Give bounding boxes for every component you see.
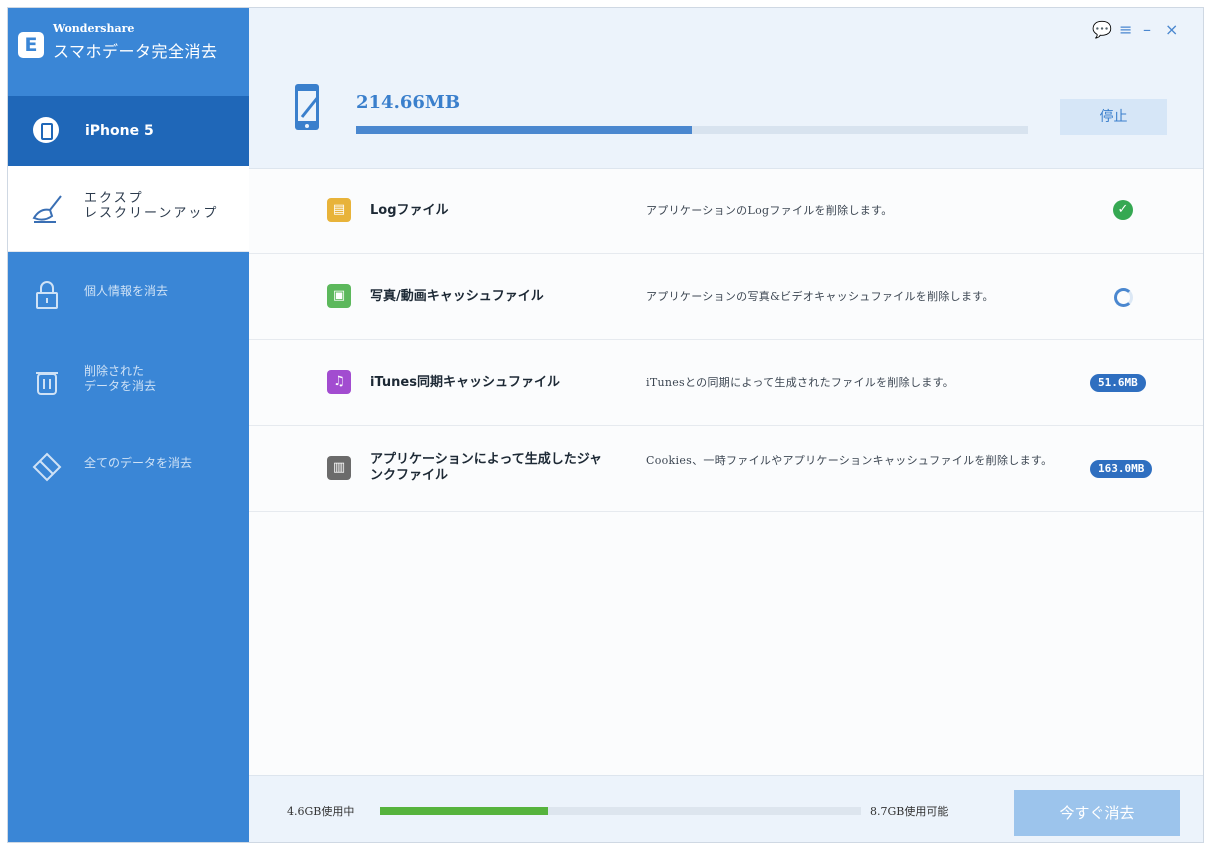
file-name: 写真/動画キャッシュファイル xyxy=(370,289,544,304)
lock-icon xyxy=(36,281,58,309)
file-description: Cookies、一時ファイルやアプリケーションキャッシュファイルを削除します。 xyxy=(646,454,1053,467)
sidebar-item-erase-private-data[interactable]: 個人情報を消去 xyxy=(8,252,249,337)
menu-icon[interactable]: ≡ xyxy=(1119,20,1132,39)
brand-title: スマホデータ完全消去 xyxy=(53,42,218,61)
storage-fill xyxy=(380,807,549,815)
brand-company: Wondershare xyxy=(53,22,135,35)
scan-header: 💬 ≡ – × 214.66MB 停止 xyxy=(249,8,1203,169)
minimize-icon[interactable]: – xyxy=(1143,20,1151,39)
app-window: E Wondershare スマホデータ完全消去 iPhone 5 エクスプ レ… xyxy=(7,7,1204,843)
sidebar-item-label: 個人情報を消去 xyxy=(84,284,169,298)
size-badge: 51.6MB xyxy=(1090,374,1146,392)
scan-progress-fill xyxy=(356,126,692,134)
file-description: iTunesとの同期によって生成されたファイルを削除します。 xyxy=(646,376,955,389)
file-row: ▥ アプリケーションによって生成したジャンクファイル Cookies、一時ファイルや… xyxy=(249,426,1203,512)
storage-footer: 4.6GB使用中 8.7GB使用可能 今すぐ消去 xyxy=(249,775,1203,842)
photo-icon: ▣ xyxy=(327,284,351,308)
scan-size: 214.66MB xyxy=(356,92,461,113)
file-description: アプリケーションの写真&ビデオキャッシュファイルを削除します。 xyxy=(646,290,994,303)
device-item[interactable]: iPhone 5 xyxy=(8,96,249,166)
file-row: ♫ iTunes同期キャッシュファイル iTunesとの同期によって生成されたファイ… xyxy=(249,340,1203,426)
sidebar-item-express-cleanup[interactable]: エクスプ レスクリーンアップ xyxy=(8,166,249,252)
close-icon[interactable]: × xyxy=(1165,20,1178,39)
sidebar-item-label: エクスプ xyxy=(84,191,144,206)
main-panel: 💬 ≡ – × 214.66MB 停止 ▤ Logファイル アプリケーションのLog… xyxy=(249,8,1203,842)
size-badge: 163.0MB xyxy=(1090,460,1153,478)
brand-logo-icon: E xyxy=(18,32,44,58)
music-icon: ♫ xyxy=(327,370,351,394)
file-name: iTunes同期キャッシュファイル xyxy=(370,375,560,390)
storage-available: 8.7GB使用可能 xyxy=(870,805,949,818)
sidebar-item-erase-deleted-data[interactable]: 削除された データを消去 xyxy=(8,338,249,423)
sidebar-item-label-line2: データを消去 xyxy=(84,379,157,393)
file-description: アプリケーションのLogファイルを削除します。 xyxy=(646,204,893,217)
loading-spinner-icon xyxy=(1114,288,1133,307)
eraser-icon xyxy=(32,452,62,482)
sidebar-item-label: 削除された xyxy=(84,364,145,378)
sidebar-item-label: 全てのデータを消去 xyxy=(84,456,193,470)
scan-progress-bar xyxy=(356,126,1028,134)
sidebar-item-label-line2: レスクリーンアップ xyxy=(84,206,219,221)
file-name: アプリケーションによって生成したジャンクファイル xyxy=(370,452,603,483)
brand-header: E Wondershare スマホデータ完全消去 xyxy=(8,8,249,96)
file-row: ▤ Logファイル アプリケーションのLogファイルを削除します。 ✓ xyxy=(249,168,1203,254)
check-icon: ✓ xyxy=(1113,200,1133,220)
chat-icon[interactable]: 💬 xyxy=(1092,20,1112,39)
stop-button[interactable]: 停止 xyxy=(1060,99,1167,135)
erase-now-button[interactable]: 今すぐ消去 xyxy=(1014,790,1180,836)
file-row: ▣ 写真/動画キャッシュファイル アプリケーションの写真&ビデオキャッシュファイルを… xyxy=(249,254,1203,340)
storage-bar xyxy=(380,807,861,815)
storage-used: 4.6GB使用中 xyxy=(287,805,355,818)
sidebar-item-erase-all-data[interactable]: 全てのデータを消去 xyxy=(8,424,249,509)
broom-icon xyxy=(32,195,62,223)
sidebar: E Wondershare スマホデータ完全消去 iPhone 5 エクスプ レ… xyxy=(8,8,249,842)
phone-cleaning-icon xyxy=(295,84,320,130)
phone-icon xyxy=(33,117,59,143)
trash-icon xyxy=(36,372,58,395)
log-file-icon: ▤ xyxy=(327,198,351,222)
device-name: iPhone 5 xyxy=(85,123,154,139)
trash-icon: ▥ xyxy=(327,456,351,480)
file-name: Logファイル xyxy=(370,203,449,218)
